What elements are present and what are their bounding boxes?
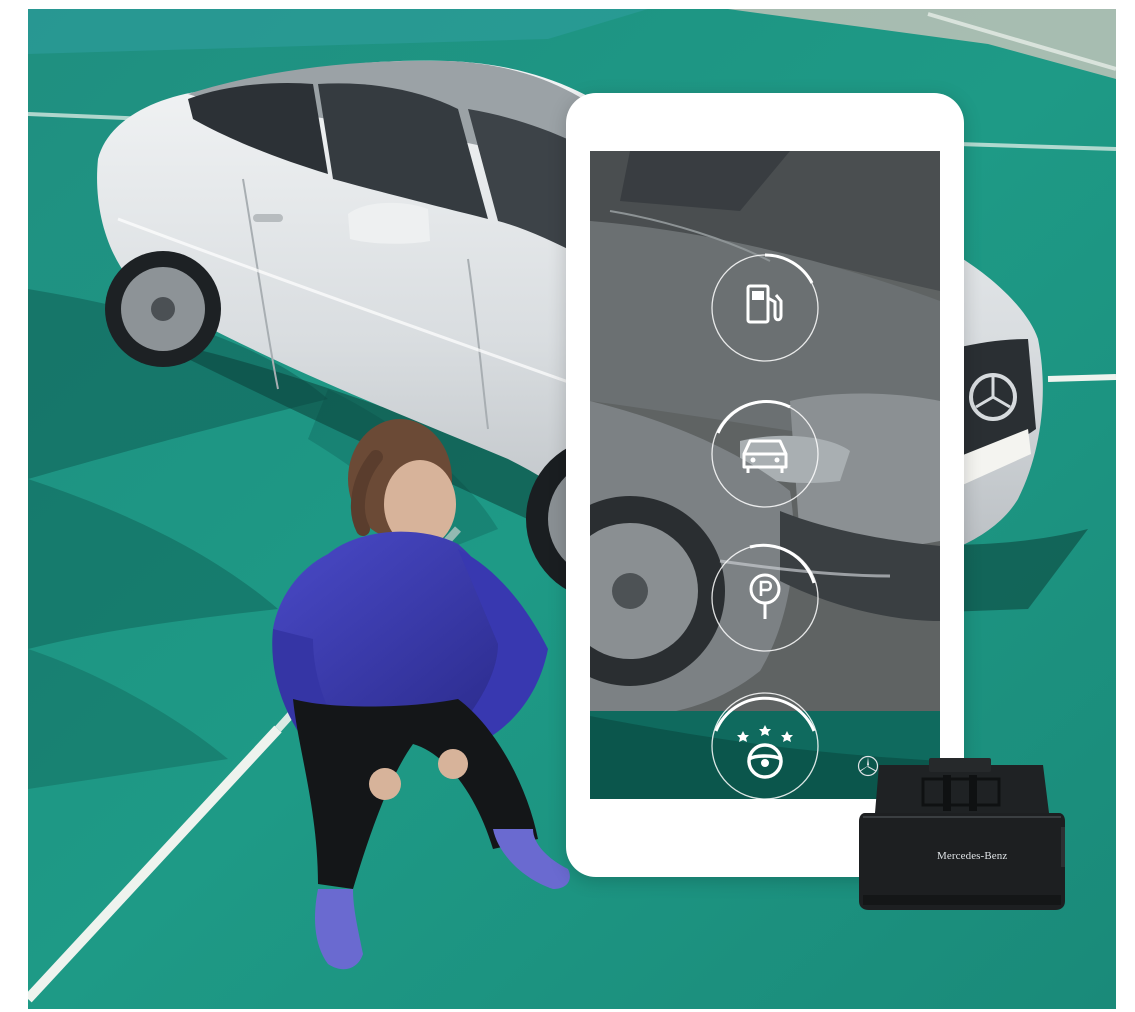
- fuel-feature[interactable]: [710, 253, 820, 363]
- parking-feature[interactable]: [710, 543, 820, 653]
- car-front-icon: [711, 400, 819, 508]
- mercedes-star-logo: [857, 755, 879, 777]
- driving-rating-feature[interactable]: [710, 691, 820, 799]
- vehicle-status-feature[interactable]: [710, 399, 820, 509]
- adapter-brand-label: Mercedes-Benz: [937, 850, 1008, 862]
- obd-adapter: Mercedes-Benz: [857, 755, 1067, 915]
- fuel-pump-icon: [711, 253, 819, 362]
- steering-wheel-stars-icon: [711, 692, 819, 799]
- phone-screen: [590, 151, 940, 799]
- parking-pin-icon: [711, 543, 819, 652]
- adapter-device-illustration: [859, 758, 1065, 910]
